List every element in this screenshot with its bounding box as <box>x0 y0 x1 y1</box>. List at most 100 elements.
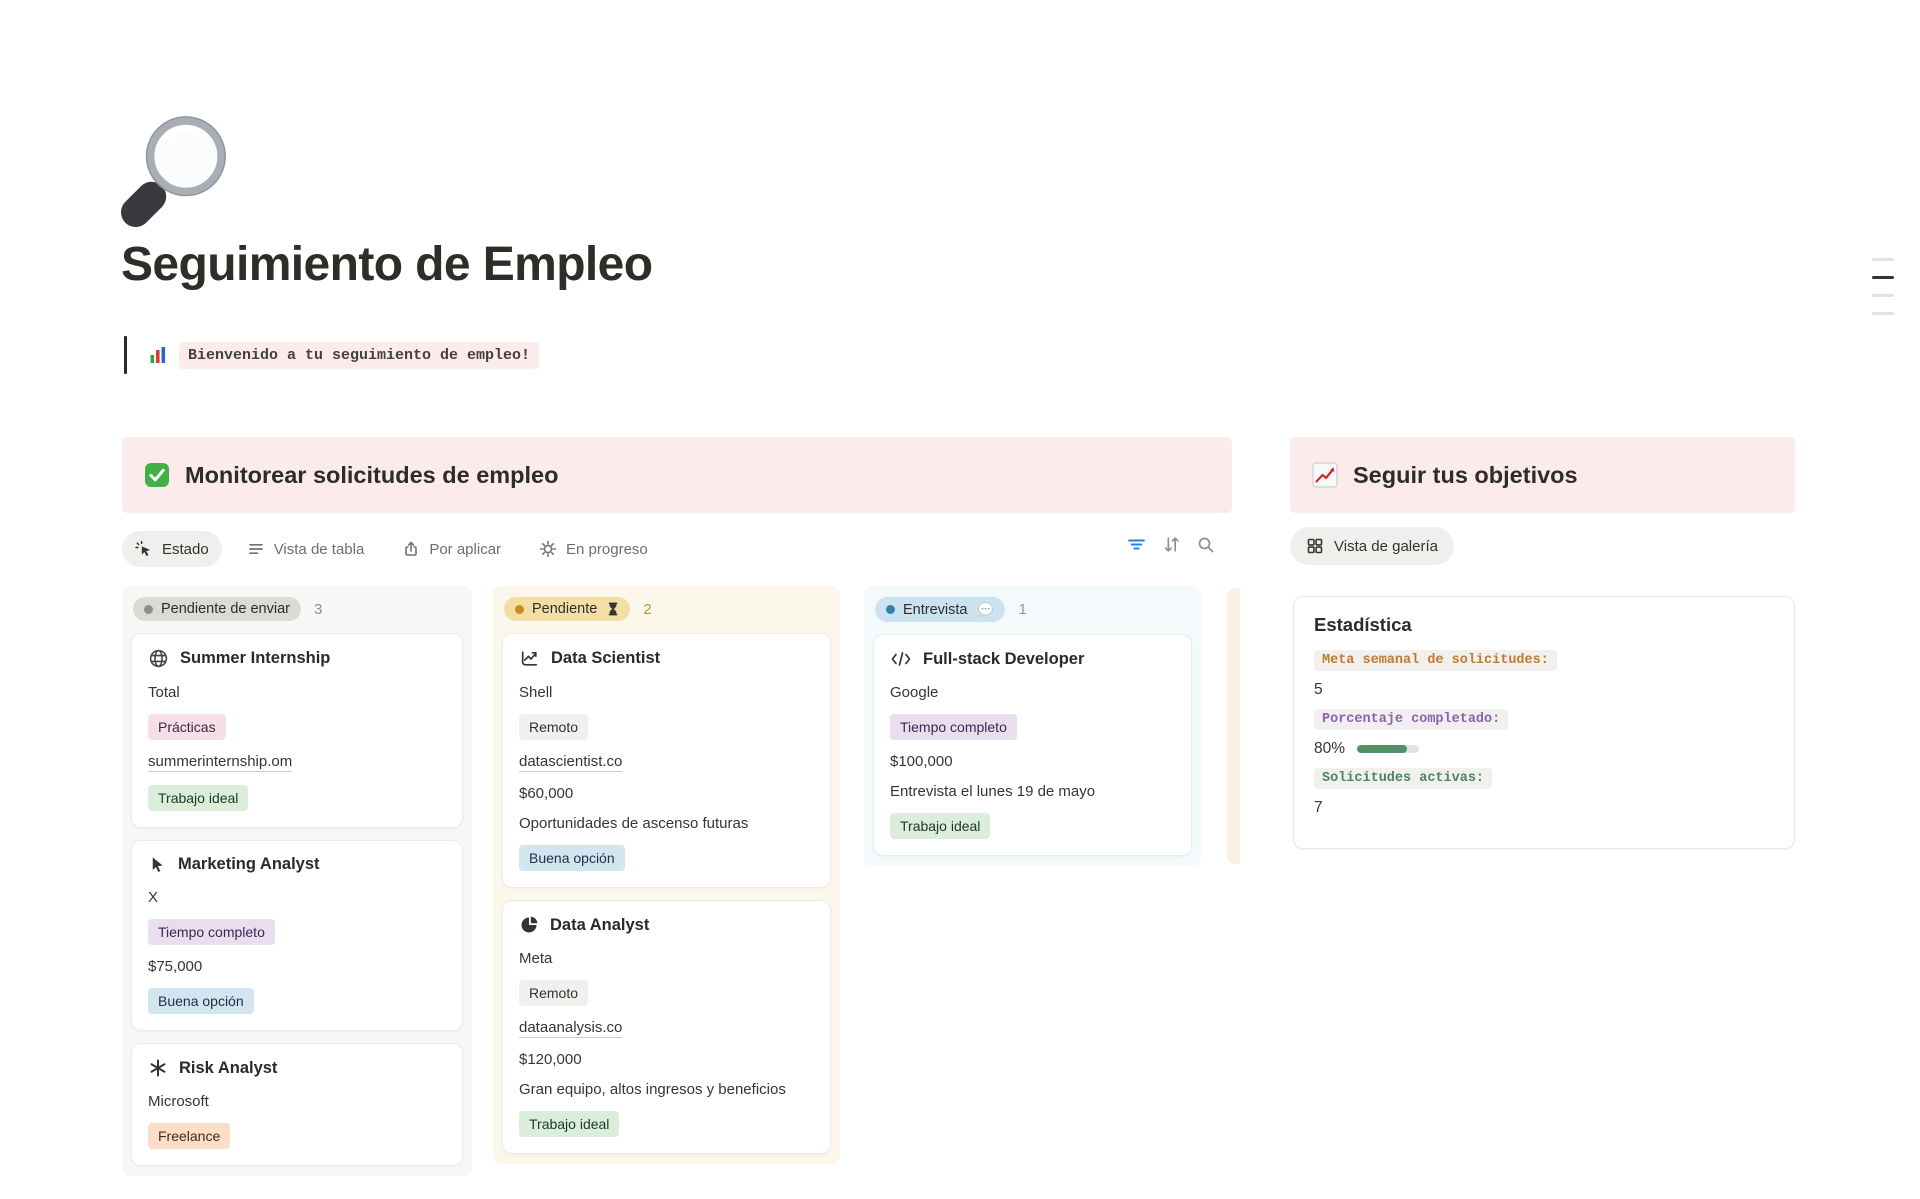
tab-en-progreso[interactable]: En progreso <box>526 531 661 567</box>
hourglass-icon <box>607 602 619 616</box>
search-button[interactable] <box>1196 535 1216 555</box>
card-field-text: $75,000 <box>148 958 446 975</box>
goals-section-title: Seguir tus objetivos <box>1353 462 1578 489</box>
status-dot-icon <box>144 605 153 614</box>
card-title: Full-stack Developer <box>923 650 1084 669</box>
gallery-tab-label: Vista de galería <box>1334 538 1438 555</box>
card-field-text: Total <box>148 684 446 701</box>
tab-estado[interactable]: Estado <box>122 531 222 567</box>
card-field-text: Entrevista el lunes 19 de mayo <box>890 783 1175 800</box>
card-title: Summer Internship <box>180 649 330 668</box>
tag-buena-opcion: Buena opción <box>148 988 254 1014</box>
tag-practicas: Prácticas <box>148 714 226 740</box>
column-header: Pendiente 2 <box>504 597 829 621</box>
upload-icon <box>402 540 420 558</box>
jobs-section-header: Monitorear solicitudes de empleo <box>122 437 1232 513</box>
job-card-data-scientist[interactable]: Data Scientist Shell Remoto datascientist.c… <box>502 633 831 888</box>
filter-button[interactable] <box>1126 534 1147 555</box>
progress-bar-fill <box>1357 745 1407 753</box>
card-field-text: $60,000 <box>519 785 814 802</box>
board-column-pendiente: Pendiente 2 Data Scientist Shell Remoto datas… <box>493 586 840 1164</box>
page-outline-nav <box>1872 258 1894 315</box>
status-dot-icon <box>886 605 895 614</box>
card-title-row: Data Scientist <box>519 648 814 669</box>
card-field-text: Microsoft <box>148 1093 446 1110</box>
tab-vista-de-tabla[interactable]: Vista de tabla <box>234 531 378 567</box>
speech-bubble-icon <box>977 601 994 618</box>
kanban-board: Pendiente de enviar 3 Summer Internship Tot… <box>122 586 1240 1199</box>
card-title: Risk Analyst <box>179 1059 277 1078</box>
statistics-title: Estadística <box>1314 614 1774 636</box>
card-field-text: Gran equipo, altos ingresos y beneficios <box>519 1081 814 1098</box>
column-count: 3 <box>314 601 322 618</box>
stat-label-solicitudes-activas: Solicitudes activas: <box>1314 768 1492 789</box>
stat-value: 7 <box>1314 799 1323 817</box>
card-url-link[interactable]: datascientist.co <box>519 753 622 772</box>
chart-line-icon <box>519 648 540 669</box>
card-title: Data Scientist <box>551 649 660 668</box>
tab-por-aplicar[interactable]: Por aplicar <box>389 531 514 567</box>
card-field-text: Shell <box>519 684 814 701</box>
card-field-text: $120,000 <box>519 1051 814 1068</box>
card-field-text: $100,000 <box>890 753 1175 770</box>
outline-line-3[interactable] <box>1872 294 1894 297</box>
card-title-row: Data Analyst <box>519 915 814 935</box>
magnifier-emoji-icon <box>120 110 238 228</box>
overflow-column-peek <box>1227 588 1240 864</box>
card-title-row: Marketing Analyst <box>148 855 446 874</box>
statistics-card[interactable]: Estadística Meta semanal de solicitudes:… <box>1293 596 1795 849</box>
card-title: Marketing Analyst <box>178 855 320 874</box>
gallery-icon <box>1306 537 1324 555</box>
page-title[interactable]: Seguimiento de Empleo <box>121 237 652 292</box>
card-field-text: Oportunidades de ascenso futuras <box>519 815 814 832</box>
status-dot-icon <box>515 605 524 614</box>
outline-line-1[interactable] <box>1872 258 1894 261</box>
card-url-link[interactable]: summerinternship.om <box>148 753 292 772</box>
tag-trabajo-ideal: Trabajo ideal <box>519 1111 619 1137</box>
card-url-link[interactable]: dataanalysis.co <box>519 1019 622 1038</box>
bar-chart-emoji-icon <box>148 345 168 365</box>
column-count: 1 <box>1018 601 1026 618</box>
outline-line-2[interactable] <box>1872 276 1894 279</box>
card-title-row: Risk Analyst <box>148 1058 446 1078</box>
job-card-full-stack-developer[interactable]: Full-stack Developer Google Tiempo complet… <box>873 634 1192 856</box>
pie-chart-icon <box>519 915 539 935</box>
job-card-summer-internship[interactable]: Summer Internship Total Prácticas summerint… <box>131 633 463 828</box>
board-toolbar <box>1126 534 1216 555</box>
sort-button[interactable] <box>1161 534 1182 555</box>
tab-label: Por aplicar <box>429 541 501 558</box>
tab-label: En progreso <box>566 541 648 558</box>
column-count: 2 <box>643 601 651 618</box>
job-card-marketing-analyst[interactable]: Marketing AnalystXTiempo completo$75,000… <box>131 840 463 1031</box>
card-field-text: X <box>148 889 446 906</box>
gear-icon <box>539 540 557 558</box>
column-status-pill[interactable]: Pendiente <box>504 597 630 621</box>
board-column-pendiente-de-enviar: Pendiente de enviar 3 Summer Internship Tot… <box>122 586 472 1176</box>
stat-label-meta-semanal-de-solicitudes: Meta semanal de solicitudes: <box>1314 650 1557 671</box>
cursor-icon <box>148 855 167 874</box>
tag-remoto: Remoto <box>519 980 588 1006</box>
stat-value: 80% <box>1314 740 1345 758</box>
tab-label: Vista de tabla <box>274 541 365 558</box>
chart-up-emoji-icon <box>1312 462 1338 488</box>
card-field-text: Google <box>890 684 1175 701</box>
column-name: Pendiente de enviar <box>161 601 290 617</box>
goals-section-header: Seguir tus objetivos <box>1290 437 1795 513</box>
code-icon <box>890 649 912 669</box>
tab-label: Estado <box>162 541 209 558</box>
job-card-data-analyst[interactable]: Data AnalystMetaRemotodataanalysis.co$12… <box>502 900 831 1154</box>
welcome-callout[interactable]: Bienvenido a tu seguimiento de empleo! <box>124 334 539 376</box>
outline-line-4[interactable] <box>1872 312 1894 315</box>
tag-remoto: Remoto <box>519 714 588 740</box>
column-status-pill[interactable]: Entrevista <box>875 597 1005 622</box>
job-card-risk-analyst[interactable]: Risk AnalystMicrosoftFreelance <box>131 1043 463 1166</box>
column-header: Pendiente de enviar 3 <box>133 597 461 621</box>
check-emoji-icon <box>144 462 170 488</box>
view-tabs: Estado Vista de tabla Por aplicar En progre… <box>122 527 1240 571</box>
column-status-pill[interactable]: Pendiente de enviar <box>133 597 301 621</box>
page-icon-magnifier[interactable] <box>120 110 238 228</box>
quote-bar <box>124 336 127 374</box>
tag-tiempo-completo: Tiempo completo <box>890 714 1017 740</box>
tab-gallery-view[interactable]: Vista de galería <box>1290 527 1454 565</box>
table-list-icon <box>247 540 265 558</box>
